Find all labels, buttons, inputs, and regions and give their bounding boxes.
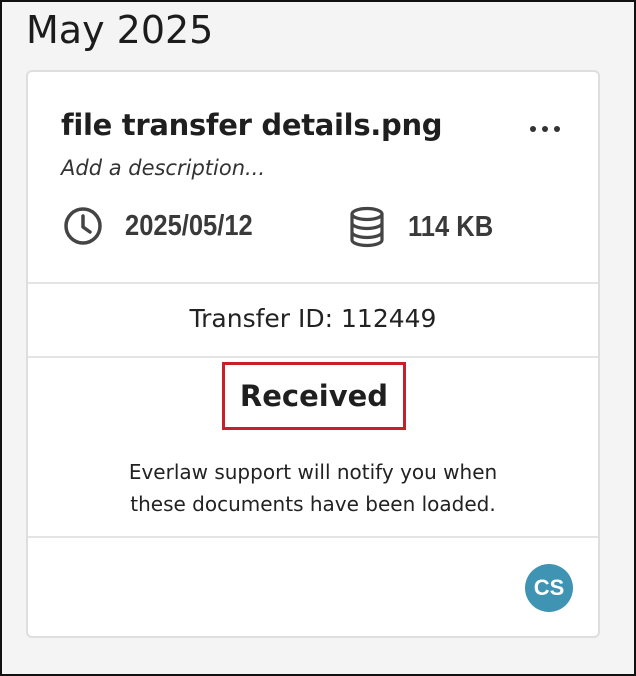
date-info: 2025/05/12 bbox=[63, 206, 270, 246]
upload-date: 2025/05/12 bbox=[125, 209, 253, 242]
description-field[interactable]: Add a description... bbox=[61, 156, 265, 180]
more-options-icon[interactable] bbox=[530, 126, 560, 132]
transfer-id: Transfer ID: 112449 bbox=[189, 304, 437, 333]
database-icon bbox=[350, 206, 384, 248]
user-avatar[interactable]: CS bbox=[525, 564, 573, 612]
file-size: 114 KB bbox=[408, 210, 494, 243]
status-highlight-box: Received bbox=[222, 362, 406, 430]
month-header: May 2025 bbox=[26, 8, 214, 52]
transfer-card: file transfer details.png Add a descript… bbox=[26, 70, 600, 638]
notice-line-1: Everlaw support will notify you when bbox=[128, 460, 498, 484]
divider bbox=[28, 356, 598, 358]
divider bbox=[28, 282, 598, 284]
notice-line-2: these documents have been loaded. bbox=[130, 492, 496, 516]
divider bbox=[28, 536, 598, 538]
size-info: 114 KB bbox=[348, 206, 505, 248]
file-name[interactable]: file transfer details.png bbox=[61, 108, 443, 142]
status-notice: Everlaw support will notify you when the… bbox=[88, 456, 538, 520]
clock-icon bbox=[64, 207, 102, 245]
status-label: Received bbox=[239, 379, 389, 413]
